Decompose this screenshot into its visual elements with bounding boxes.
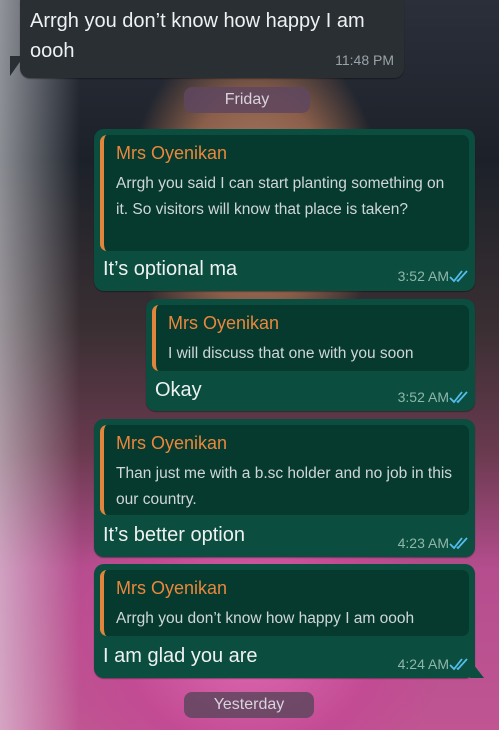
outgoing-message[interactable]: Mrs Oyenikan Than just me with a b.sc ho… <box>94 419 475 557</box>
quoted-sender: Mrs Oyenikan <box>116 143 228 163</box>
double-check-read-icon <box>449 658 468 671</box>
date-divider-yesterday: Yesterday <box>184 692 314 718</box>
message-text: It’s better option <box>103 524 245 546</box>
quoted-text: Arrgh you don’t know how happy I am oooh <box>116 610 415 627</box>
outgoing-message[interactable]: Mrs Oyenikan Arrgh you said I can start … <box>94 129 475 291</box>
message-time: 4:24 AM <box>397 656 449 672</box>
message-text: It’s optional ma <box>103 258 238 280</box>
message-time: 3:52 AM <box>397 389 449 405</box>
quoted-text: I will discuss that one with you soon <box>168 345 414 362</box>
quoted-message[interactable]: Mrs Oyenikan Than just me with a b.sc ho… <box>100 425 469 515</box>
message-text: Okay <box>155 379 202 401</box>
incoming-message[interactable]: Arrgh you don’t know how happy I am oooh… <box>20 0 404 78</box>
outgoing-message[interactable]: Mrs Oyenikan I will discuss that one wit… <box>146 299 475 411</box>
outgoing-message[interactable]: Mrs Oyenikan Arrgh you don’t know how ha… <box>94 564 475 678</box>
bubble-tail <box>10 56 24 76</box>
date-divider-friday: Friday <box>184 87 310 113</box>
quoted-sender: Mrs Oyenikan <box>116 578 228 598</box>
double-check-read-icon <box>449 537 468 550</box>
message-time: 4:23 AM <box>397 535 449 551</box>
quoted-text: Than just me with a b.sc holder and no j… <box>116 465 453 508</box>
bubble-tail <box>470 660 484 678</box>
message-time: 11:48 PM <box>335 52 394 68</box>
quoted-message[interactable]: Mrs Oyenikan I will discuss that one wit… <box>152 305 469 371</box>
message-text: I am glad you are <box>103 645 258 667</box>
quoted-text: Arrgh you said I can start planting some… <box>116 175 445 218</box>
quoted-sender: Mrs Oyenikan <box>116 433 228 453</box>
quoted-message[interactable]: Mrs Oyenikan Arrgh you said I can start … <box>100 135 469 251</box>
double-check-read-icon <box>449 391 468 404</box>
message-time: 3:52 AM <box>397 268 449 284</box>
quoted-sender: Mrs Oyenikan <box>168 313 280 333</box>
quoted-message[interactable]: Mrs Oyenikan Arrgh you don’t know how ha… <box>100 570 469 636</box>
double-check-read-icon <box>449 270 468 283</box>
